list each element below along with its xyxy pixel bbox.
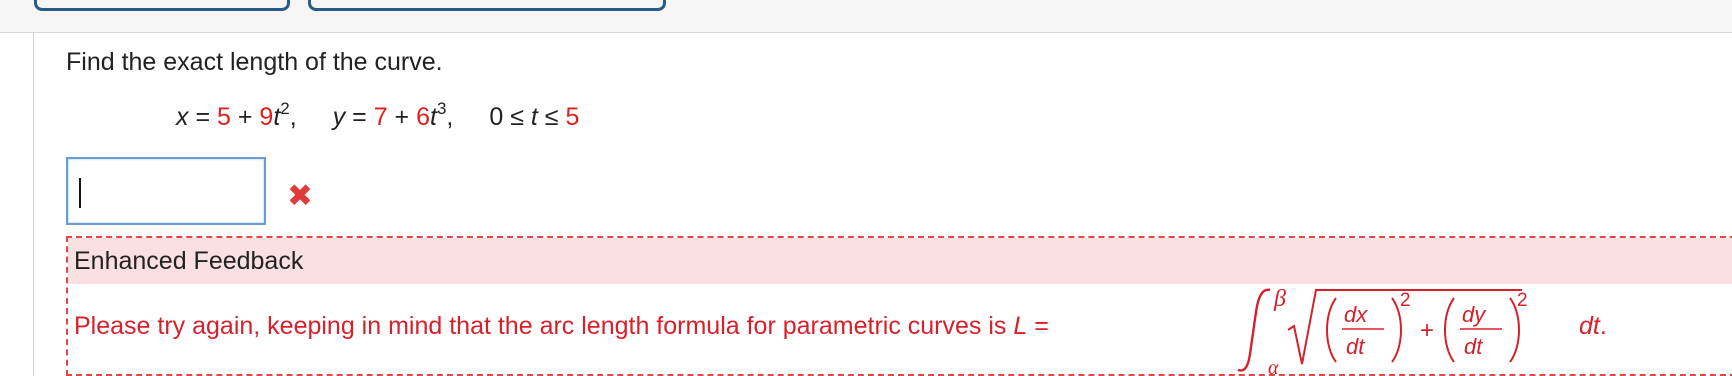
toolbar-button-2[interactable]	[308, 0, 666, 11]
feedback-title: Enhanced Feedback	[74, 247, 304, 275]
feedback-header	[68, 238, 1732, 284]
exp-2: 2	[1517, 290, 1528, 311]
dt-denominator-2: dt	[1464, 334, 1483, 359]
answer-input[interactable]	[66, 157, 266, 225]
integral-lower: α	[1268, 357, 1279, 376]
top-toolbar	[0, 0, 1732, 33]
text-cursor	[79, 178, 81, 208]
content-divider	[33, 33, 34, 376]
curve-equation: x = 5 + 9t2, y = 7 + 6t3, 0 ≤ t ≤ 5	[176, 99, 580, 131]
integral-sign	[1237, 288, 1271, 372]
dx-numerator: dx	[1344, 302, 1368, 327]
exp-1: 2	[1400, 290, 1411, 311]
toolbar-button-1[interactable]	[34, 0, 290, 11]
close-icon: ✖	[287, 178, 313, 213]
feedback-dt: dt.	[1579, 312, 1607, 340]
integral-upper: β	[1273, 286, 1286, 312]
feedback-text: Please try again, keeping in mind that t…	[74, 312, 1049, 340]
arc-length-formula: β α dx dt 2 + dy dt 2	[1237, 286, 1528, 376]
question-text: Find the exact length of the curve.	[66, 48, 443, 76]
dt-denominator-1: dt	[1346, 334, 1365, 359]
dy-numerator: dy	[1462, 302, 1487, 327]
plus-sign: +	[1420, 317, 1434, 344]
